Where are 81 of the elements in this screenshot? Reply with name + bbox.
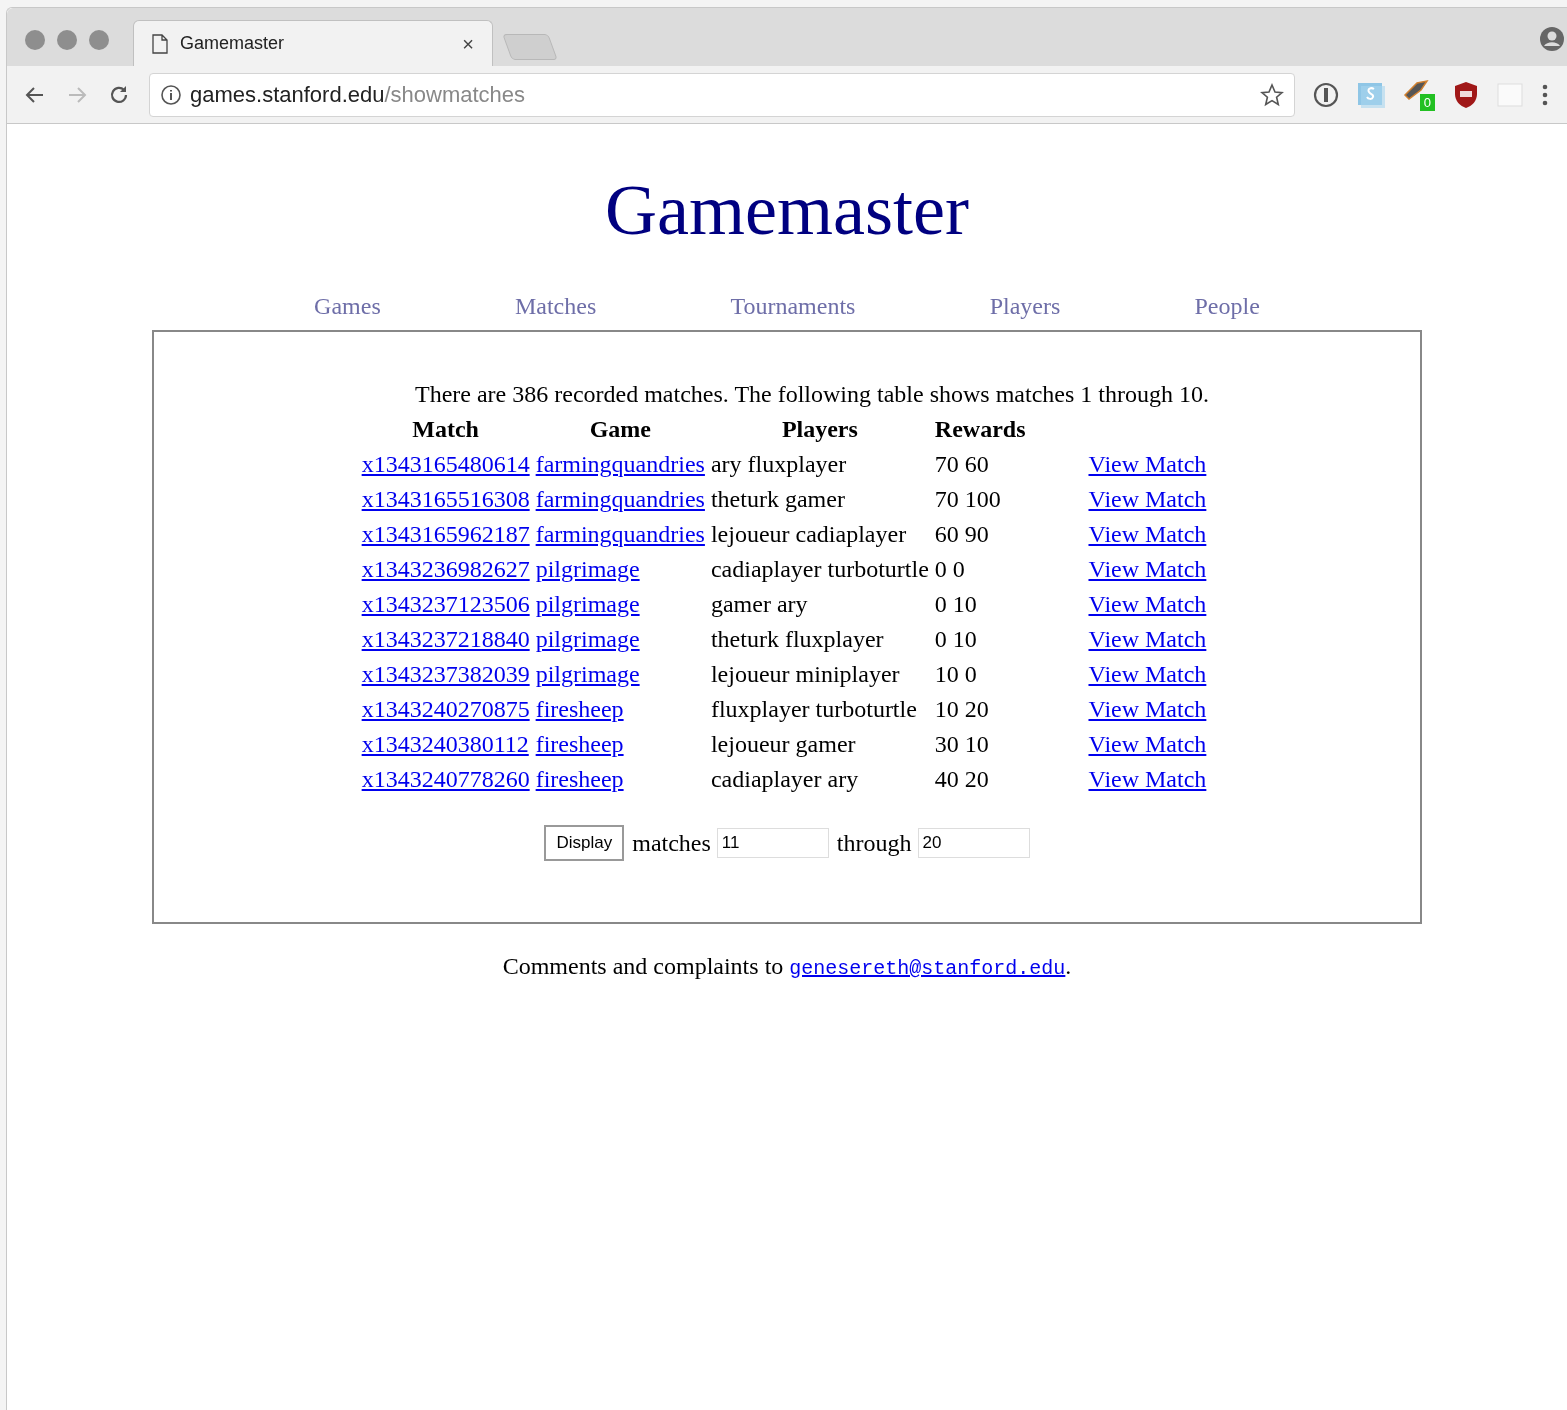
- players-text: theturk fluxplayer: [710, 626, 884, 652]
- match-link[interactable]: x1343165480614: [361, 451, 530, 477]
- page-title: Gamemaster: [605, 169, 969, 252]
- rewards-text: 40 20: [934, 766, 989, 792]
- game-link[interactable]: firesheep: [535, 731, 624, 757]
- view-match-link[interactable]: View Match: [1088, 661, 1207, 687]
- rewards-text: 70 100: [934, 486, 1001, 512]
- players-text: lejoueur gamer: [710, 731, 856, 757]
- shield-icon[interactable]: [1453, 80, 1479, 109]
- players-text: fluxplayer turboturtle: [710, 696, 917, 722]
- players-text: cadiaplayer turboturtle: [710, 556, 929, 582]
- star-icon[interactable]: [1260, 82, 1284, 107]
- rewards-text: 0 0: [934, 556, 965, 582]
- tab-title: Gamemaster: [180, 32, 286, 55]
- view-match-link[interactable]: View Match: [1088, 696, 1207, 722]
- password-manager-icon[interactable]: [1313, 81, 1339, 108]
- nav-link[interactable]: Matches: [514, 288, 597, 324]
- matches-label: matches: [632, 829, 711, 858]
- url-text: games.stanford.edu/showmatches: [190, 81, 527, 109]
- to-input[interactable]: 20: [917, 828, 1030, 858]
- view-match-link[interactable]: View Match: [1088, 731, 1207, 757]
- view-match-link[interactable]: View Match: [1088, 486, 1207, 512]
- document-icon: [152, 33, 168, 54]
- players-text: theturk gamer: [710, 486, 845, 512]
- rewards-text: 60 90: [934, 521, 989, 547]
- game-link[interactable]: pilgrimage: [535, 556, 640, 582]
- menu-icon[interactable]: [1541, 82, 1549, 107]
- match-link[interactable]: x1343240778260: [361, 766, 530, 792]
- column-header: Players: [780, 415, 859, 444]
- match-link[interactable]: x1343165516308: [361, 486, 530, 512]
- match-link[interactable]: x1343237218840: [361, 626, 530, 652]
- view-match-link[interactable]: View Match: [1088, 521, 1207, 547]
- players-text: lejoueur miniplayer: [710, 661, 900, 687]
- match-link[interactable]: x1343240270875: [361, 696, 530, 722]
- nav-link[interactable]: Tournaments: [730, 288, 856, 324]
- through-label: through: [836, 829, 912, 858]
- players-text: lejoueur cadiaplayer: [710, 521, 907, 547]
- from-input[interactable]: 11: [716, 828, 829, 858]
- column-header: Match: [411, 415, 480, 444]
- game-link[interactable]: farmingquandries: [535, 521, 705, 547]
- nav-link[interactable]: Games: [314, 288, 381, 324]
- game-link[interactable]: firesheep: [535, 766, 624, 792]
- view-match-link[interactable]: View Match: [1088, 556, 1207, 582]
- match-link[interactable]: x1343240380112: [361, 731, 529, 757]
- nav-link[interactable]: People: [1194, 288, 1260, 324]
- game-link[interactable]: pilgrimage: [535, 591, 640, 617]
- game-link[interactable]: firesheep: [535, 696, 624, 722]
- rewards-text: 0 10: [934, 591, 977, 617]
- game-link[interactable]: pilgrimage: [535, 661, 640, 687]
- game-link[interactable]: farmingquandries: [535, 486, 705, 512]
- close-tab-button[interactable]: ×: [462, 28, 474, 59]
- footer-text: Comments and complaints to genesereth@stanford.edu.: [502, 952, 1072, 982]
- players-text: gamer ary: [710, 591, 808, 617]
- view-match-link[interactable]: View Match: [1088, 626, 1207, 652]
- notification-badge: 0: [1419, 93, 1435, 111]
- column-header: Rewards: [933, 415, 1027, 444]
- rewards-text: 30 10: [934, 731, 989, 757]
- info-icon[interactable]: [160, 83, 182, 106]
- rewards-text: 70 60: [934, 451, 989, 477]
- players-text: ary fluxplayer: [710, 451, 847, 477]
- profile-icon[interactable]: [1539, 26, 1565, 52]
- match-link[interactable]: x1343237382039: [361, 661, 530, 687]
- view-match-link[interactable]: View Match: [1088, 451, 1207, 477]
- column-header: Game: [588, 415, 652, 444]
- view-match-link[interactable]: View Match: [1088, 766, 1207, 792]
- rewards-text: 10 0: [934, 661, 977, 687]
- match-link[interactable]: x1343237123506: [361, 591, 530, 617]
- summary-text: There are 386 recorded matches. The following table shows matches 1 through 10.: [415, 380, 1209, 409]
- display-button[interactable]: Display: [544, 825, 625, 861]
- rewards-text: 0 10: [934, 626, 977, 652]
- view-match-link[interactable]: View Match: [1088, 591, 1207, 617]
- game-link[interactable]: farmingquandries: [535, 451, 705, 477]
- email-link[interactable]: genesereth@stanford.edu: [789, 957, 1066, 980]
- players-text: cadiaplayer ary: [710, 766, 859, 792]
- nav-link[interactable]: Players: [989, 288, 1061, 324]
- match-link[interactable]: x1343236982627: [361, 556, 530, 582]
- match-link[interactable]: x1343165962187: [361, 521, 530, 547]
- browser-tab[interactable]: Gamemaster ×: [133, 20, 493, 66]
- address-bar[interactable]: games.stanford.edu/showmatches: [149, 72, 1295, 117]
- rewards-text: 10 20: [934, 696, 989, 722]
- game-link[interactable]: pilgrimage: [535, 626, 640, 652]
